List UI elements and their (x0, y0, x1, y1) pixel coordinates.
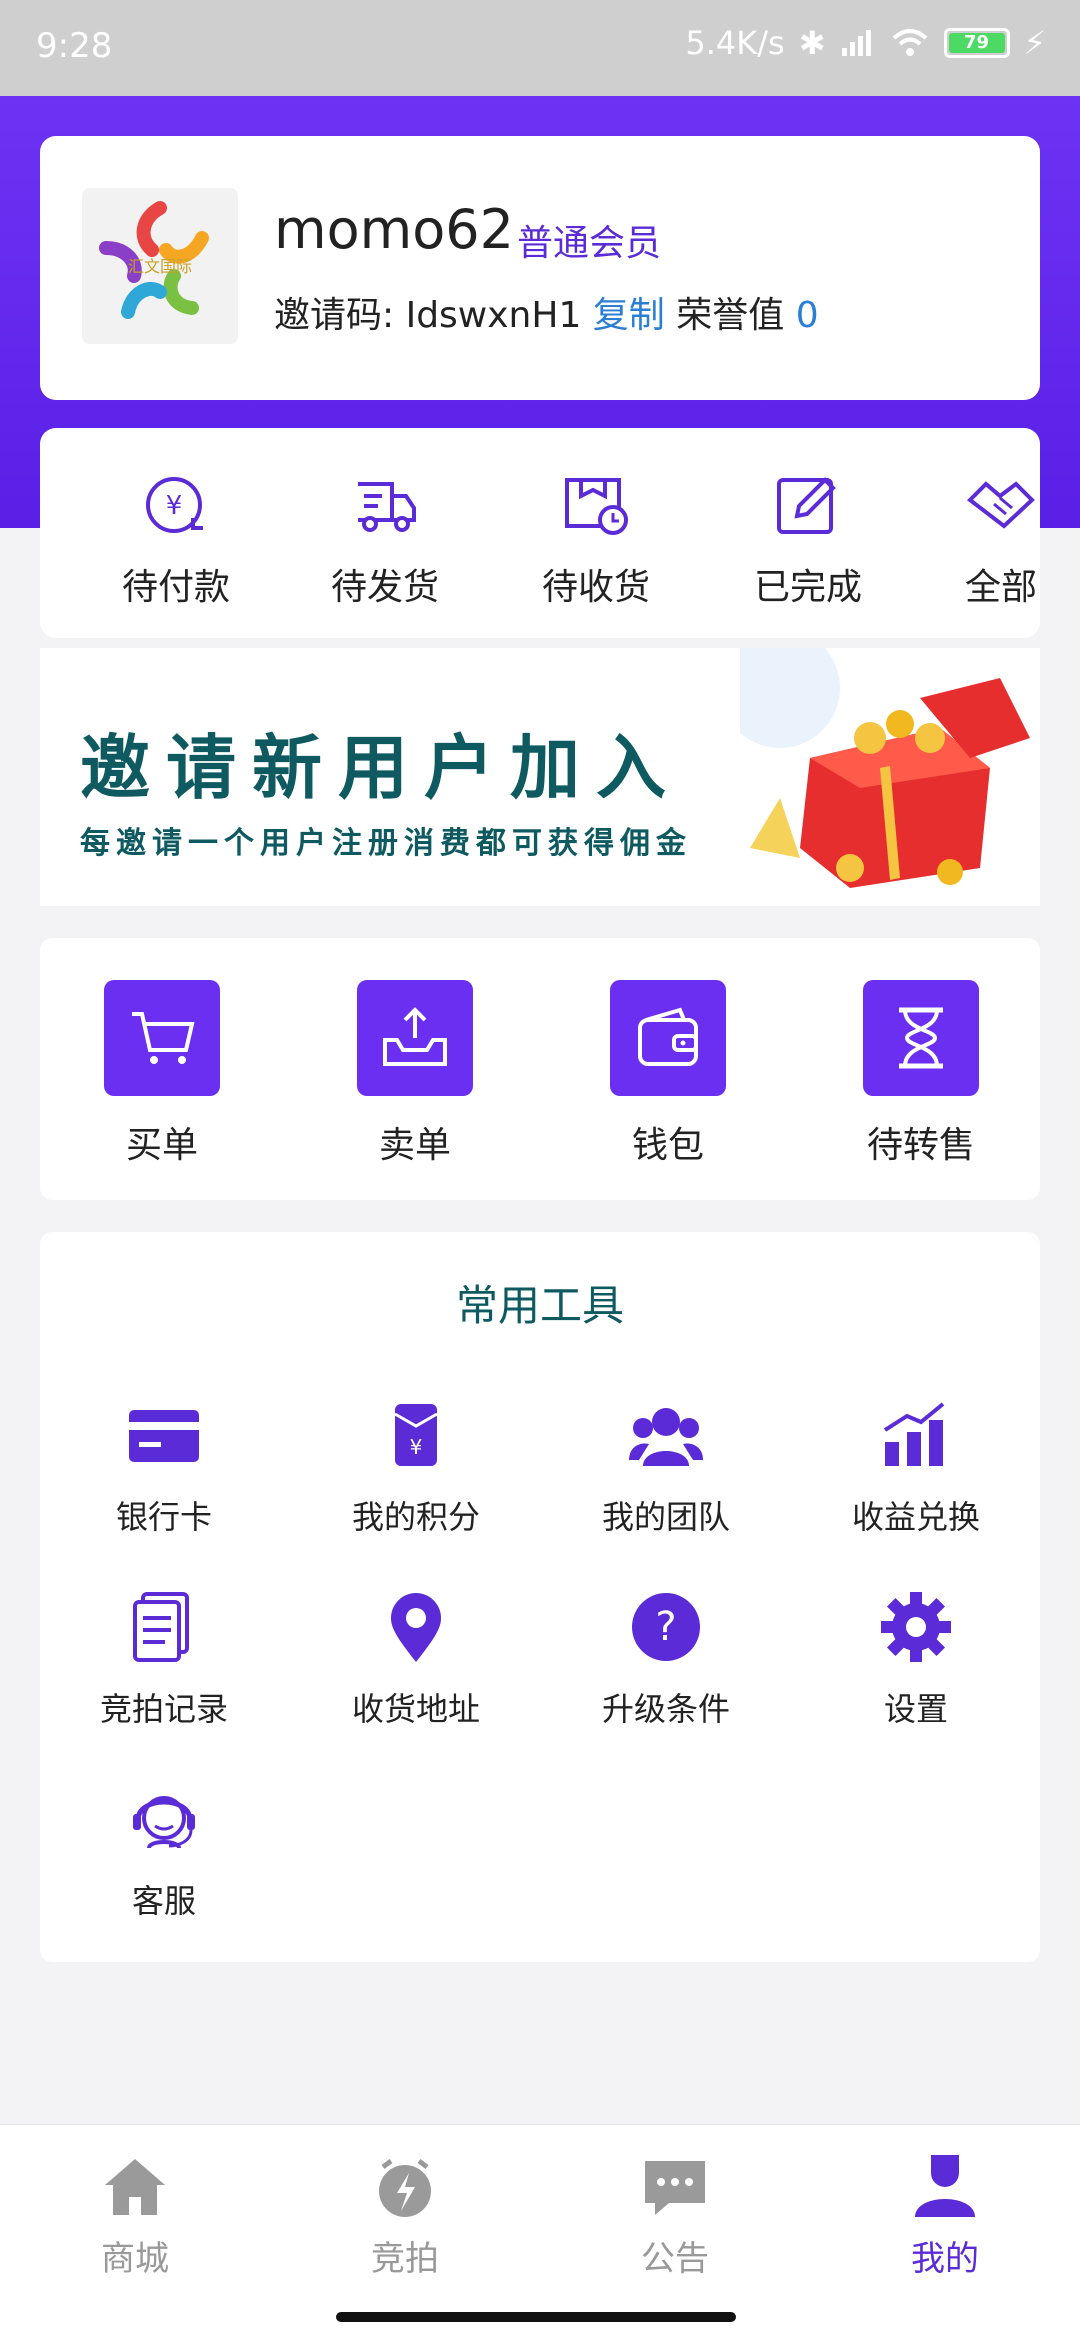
charging-icon: ⚡ (1023, 24, 1046, 62)
status-time: 9:28 (36, 26, 113, 66)
customer-service-icon (133, 1796, 195, 1849)
order-all[interactable]: 全部 (921, 470, 1080, 610)
home-icon (105, 2159, 165, 2215)
tools-title: 常用工具 (455, 1281, 624, 1330)
upload-tray-icon (383, 1007, 447, 1066)
svg-text:¥: ¥ (410, 1435, 423, 1459)
nav-mall[interactable]: 商城 (35, 2151, 235, 2280)
order-completed[interactable]: 已完成 (728, 470, 888, 610)
tool-auction-records[interactable]: 竞拍记录 (64, 1588, 264, 1730)
buy-order-button[interactable]: 买单 (92, 980, 232, 1168)
signal-icon (841, 30, 871, 56)
banner-subtitle: 每邀请一个用户注册消费都可获得佣金 (80, 826, 692, 861)
svg-text:¥: ¥ (166, 491, 183, 521)
nav-announcement[interactable]: 公告 (575, 2151, 775, 2280)
gear-icon (881, 1592, 951, 1662)
order-pending-receipt[interactable]: 待收货 (516, 470, 676, 610)
pending-resale-button[interactable]: 待转售 (851, 980, 991, 1168)
wifi-icon (892, 29, 927, 56)
auction-icon (379, 2159, 431, 2217)
svg-text:汇文国际: 汇文国际 (128, 257, 192, 276)
tool-shipping-address[interactable]: 收货地址 (316, 1588, 516, 1730)
team-icon (629, 1408, 703, 1466)
network-speed: 5.4K/s (685, 24, 785, 62)
wallet-button[interactable]: 钱包 (598, 980, 738, 1168)
invite-code: IdswxnH1 (405, 295, 582, 336)
bottom-nav: 商城 竞拍 公告 我的 (0, 2124, 1080, 2340)
tool-my-points[interactable]: ¥ 我的积分 (316, 1396, 516, 1538)
handshake-icon (966, 481, 1035, 529)
member-level: 普通会员 (517, 223, 662, 264)
orders-card: ¥ 待付款 待发货 待收货 已完成 全部 (40, 428, 1040, 638)
avatar[interactable]: 汇文国际 (82, 188, 238, 344)
order-pending-shipment[interactable]: 待发货 (305, 470, 465, 610)
user-icon (915, 2155, 975, 2217)
bank-card-icon (129, 1410, 199, 1462)
tool-bank-card[interactable]: 银行卡 (64, 1396, 264, 1538)
message-icon (645, 2161, 705, 2215)
tools-card: 常用工具 银行卡 ¥ 我的积分 我的团队 收益兑换 竞拍记录 收货地址 ? 升级… (40, 1232, 1040, 1962)
bluetooth-icon: ✱ (798, 24, 826, 62)
receive-clock-icon (565, 478, 628, 535)
document-icon (133, 1592, 189, 1662)
logo-icon: 汇文国际 (82, 188, 238, 344)
home-indicator (336, 2312, 736, 2322)
copy-button[interactable]: 复制 (593, 295, 665, 336)
location-icon (391, 1593, 441, 1662)
tool-my-team[interactable]: 我的团队 (566, 1396, 766, 1538)
username: momo62 (274, 198, 514, 261)
tool-customer-service[interactable]: 客服 (64, 1780, 264, 1922)
gift-box-icon (740, 648, 1030, 888)
nav-auction[interactable]: 竞拍 (305, 2151, 505, 2280)
invite-banner[interactable]: 邀请新用户加入 每邀请一个用户注册消费都可获得佣金 (40, 648, 1040, 906)
banner-title: 邀请新用户加入 (80, 727, 682, 809)
tool-earnings-exchange[interactable]: 收益兑换 (816, 1396, 1016, 1538)
order-pending-payment[interactable]: ¥ 待付款 (96, 470, 256, 610)
yen-clock-icon: ¥ (146, 477, 203, 533)
edit-icon (777, 477, 836, 534)
nav-mine[interactable]: 我的 (845, 2151, 1045, 2280)
sell-order-button[interactable]: 卖单 (345, 980, 485, 1168)
wallet-icon (638, 1007, 698, 1066)
honor-value: 0 (795, 295, 819, 336)
tool-settings[interactable]: 设置 (816, 1588, 1016, 1730)
tool-upgrade-conditions[interactable]: ? 升级条件 (566, 1588, 766, 1730)
invite-row: 邀请码: IdswxnH1 复制 荣誉值 0 (274, 286, 819, 338)
status-bar: 9:28 5.4K/s ✱ 79 ⚡ (0, 0, 1080, 96)
hourglass-icon (899, 1007, 943, 1069)
quick-actions-card: 买单 卖单 钱包 待转售 (40, 938, 1040, 1200)
invite-label: 邀请码: (274, 295, 406, 336)
battery-icon: 79 (943, 28, 1010, 58)
cart-icon (132, 1012, 195, 1064)
chart-icon (883, 1402, 945, 1466)
question-icon: ? (632, 1593, 700, 1661)
svg-text:?: ? (655, 1604, 676, 1650)
profile-card: 汇文国际 momo62 普通会员 邀请码: IdswxnH1 复制 荣誉值 0 (40, 136, 1040, 400)
points-icon: ¥ (394, 1404, 438, 1466)
honor-label: 荣誉值 (676, 295, 785, 336)
truck-icon (358, 482, 416, 532)
